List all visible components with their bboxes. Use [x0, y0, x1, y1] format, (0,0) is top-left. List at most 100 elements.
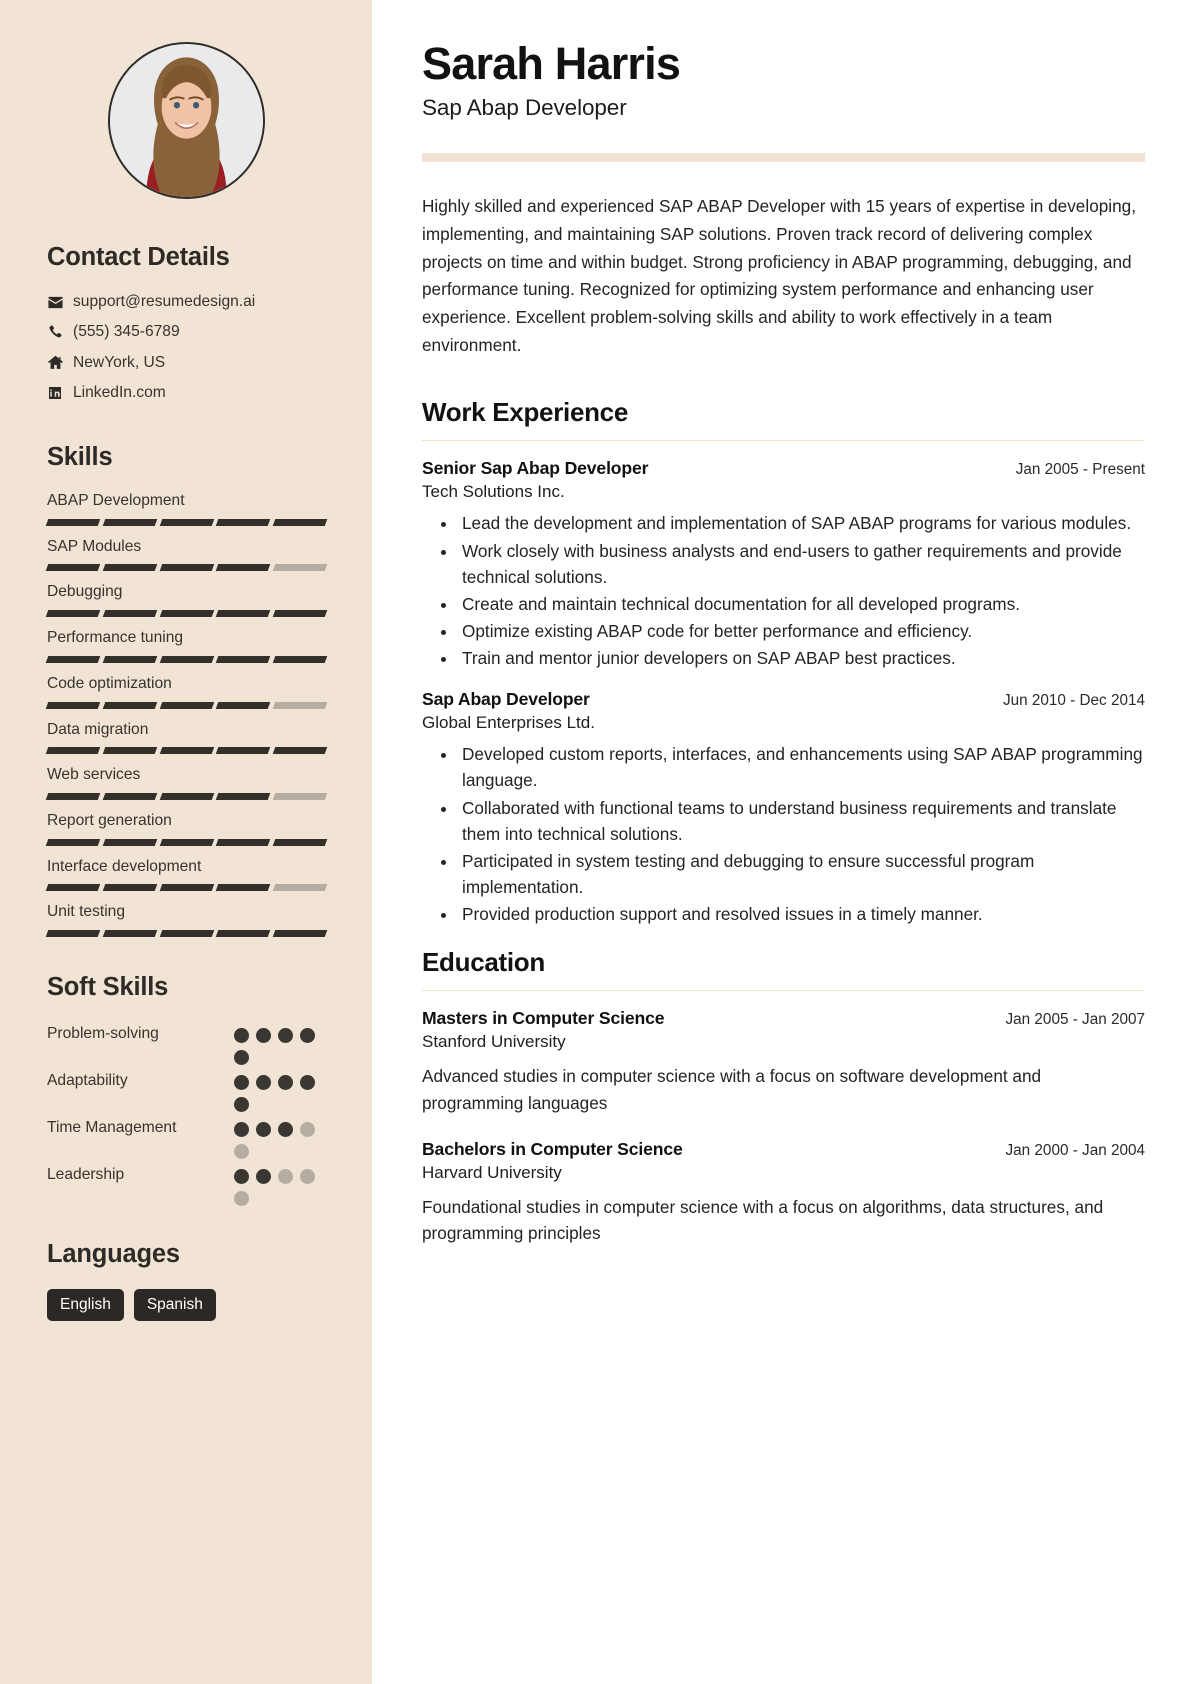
- skill-bar-segment: [159, 747, 214, 755]
- skill-level-bar: [45, 701, 328, 709]
- soft-skill-row: Time Management: [47, 1116, 326, 1160]
- skill-bar-segment: [216, 701, 271, 709]
- education-entry: Bachelors in Computer Science Jan 2000 - …: [422, 1139, 1145, 1247]
- work-bullet: Collaborated with functional teams to un…: [458, 795, 1145, 847]
- skill-label: Report generation: [47, 811, 172, 829]
- resume-page: Contact Details support@resumedesign.ai …: [0, 0, 1200, 1684]
- rating-dot: [256, 1028, 271, 1044]
- work-bullet: Work closely with business analysts and …: [458, 538, 1145, 590]
- skill-bar-segment: [272, 655, 328, 663]
- contact-linkedin-value: LinkedIn.com: [73, 383, 166, 401]
- contact-item-linkedin[interactable]: LinkedIn.com: [47, 383, 326, 403]
- work-entry-title: Senior Sap Abap Developer: [422, 458, 649, 479]
- work-bullet: Train and mentor junior developers on SA…: [458, 645, 1145, 671]
- rating-dot: [300, 1075, 315, 1091]
- skill-bar-segment: [216, 564, 271, 572]
- soft-skill-row: Leadership: [47, 1163, 326, 1207]
- skill-bar-segment: [272, 792, 328, 800]
- skill-level-bar: [45, 930, 328, 938]
- rating-dot: [234, 1050, 249, 1066]
- work-entry-date: Jun 2010 - Dec 2014: [1002, 692, 1145, 710]
- skill-bar-segment: [272, 518, 328, 526]
- rating-dot: [234, 1028, 249, 1044]
- skill-item: Report generation: [45, 811, 328, 846]
- profile-summary: Highly skilled and experienced SAP ABAP …: [422, 196, 1137, 355]
- skill-bar-segment: [45, 930, 101, 938]
- skill-bar-segment: [45, 747, 101, 755]
- education-divider: [422, 990, 1145, 992]
- languages-heading: Languages: [47, 1240, 180, 1269]
- skill-bar-segment: [216, 655, 271, 663]
- soft-skill-label: Adaptability: [47, 1072, 128, 1090]
- skill-bar-segment: [159, 930, 214, 938]
- education-school: Harvard University: [422, 1162, 562, 1182]
- language-tag[interactable]: English: [47, 1289, 124, 1322]
- skill-item: ABAP Development: [45, 492, 328, 526]
- contact-item-location[interactable]: NewYork, US: [47, 353, 326, 373]
- contact-item-email[interactable]: support@resumedesign.ai: [47, 292, 326, 312]
- rating-dot: [234, 1097, 249, 1113]
- skill-bar-segment: [159, 701, 214, 709]
- contact-item-phone[interactable]: (555) 345-6789: [47, 322, 326, 342]
- skill-item: Performance tuning: [45, 629, 328, 663]
- work-entry: Senior Sap Abap Developer Jan 2005 - Pres…: [422, 458, 1145, 671]
- skill-bar-segment: [102, 884, 157, 892]
- skill-bar-segment: [159, 518, 214, 526]
- work-bullet: Create and maintain technical documentat…: [458, 591, 1145, 617]
- skill-bar-segment: [216, 610, 271, 618]
- skill-bar-segment: [216, 792, 271, 800]
- skill-item: Code optimization: [45, 675, 328, 709]
- skill-bar-segment: [45, 610, 101, 618]
- work-entry-header: Sap Abap Developer Jun 2010 - Dec 2014: [422, 689, 1145, 710]
- work-bullet: Participated in system testing and debug…: [458, 848, 1145, 900]
- skill-label: ABAP Development: [47, 492, 185, 510]
- education-description: Advanced studies in computer science wit…: [422, 1066, 1042, 1113]
- skill-label: Unit testing: [47, 903, 126, 921]
- education-entry-header: Bachelors in Computer Science Jan 2000 - …: [422, 1139, 1145, 1160]
- rating-dot: [300, 1169, 315, 1185]
- skill-level-bar: [45, 564, 328, 572]
- skill-level-bar: [45, 747, 328, 755]
- work-entry-title: Sap Abap Developer: [422, 689, 590, 710]
- rating-dot: [278, 1122, 293, 1138]
- skill-bar-segment: [159, 838, 214, 846]
- skill-bar-segment: [272, 930, 328, 938]
- work-entry: Sap Abap Developer Jun 2010 - Dec 2014 Glo…: [422, 689, 1145, 927]
- soft-skills-list: Problem-solving Adaptability Time Manageme…: [47, 1022, 326, 1207]
- skill-bar-segment: [272, 701, 328, 709]
- education-school: Stanford University: [422, 1032, 566, 1052]
- contact-list: support@resumedesign.ai (555) 345-6789 N…: [47, 292, 326, 403]
- work-bullet: Optimize existing ABAP code for better p…: [458, 618, 1145, 644]
- skill-bar-segment: [45, 518, 101, 526]
- soft-skill-rating: [234, 1116, 326, 1160]
- skill-bar-segment: [102, 564, 157, 572]
- skill-bar-segment: [102, 930, 157, 938]
- skill-item: Debugging: [45, 583, 328, 618]
- skill-bar-segment: [216, 884, 271, 892]
- skill-bar-segment: [272, 838, 328, 846]
- envelope-icon: [47, 294, 73, 311]
- skill-bar-segment: [45, 564, 101, 572]
- work-entry-organization: Tech Solutions Inc.: [422, 482, 565, 502]
- rating-dot: [278, 1075, 293, 1091]
- skill-bar-segment: [272, 564, 328, 572]
- rating-dot: [278, 1169, 293, 1185]
- education-list: Masters in Computer Science Jan 2005 - Ja…: [422, 1008, 1145, 1247]
- soft-skill-label: Leadership: [47, 1166, 125, 1184]
- skill-label: Interface development: [47, 857, 202, 875]
- work-entry-bullets: Lead the development and implementation …: [422, 510, 1145, 671]
- skill-bar-segment: [45, 655, 101, 663]
- education-degree: Masters in Computer Science: [422, 1008, 665, 1029]
- avatar-photo: [110, 44, 263, 197]
- language-tag[interactable]: Spanish: [133, 1289, 216, 1322]
- skill-bar-segment: [216, 930, 271, 938]
- soft-skill-rating: [234, 1163, 326, 1207]
- skill-item: Data migration: [45, 721, 328, 755]
- skill-bar-segment: [216, 747, 271, 755]
- work-experience-heading: Work Experience: [422, 397, 629, 428]
- skill-bar-segment: [102, 747, 157, 755]
- contact-email-value: support@resumedesign.ai: [73, 293, 256, 310]
- soft-skill-row: Problem-solving: [47, 1022, 326, 1066]
- rating-dot: [256, 1122, 271, 1138]
- skill-label: Performance tuning: [47, 629, 184, 647]
